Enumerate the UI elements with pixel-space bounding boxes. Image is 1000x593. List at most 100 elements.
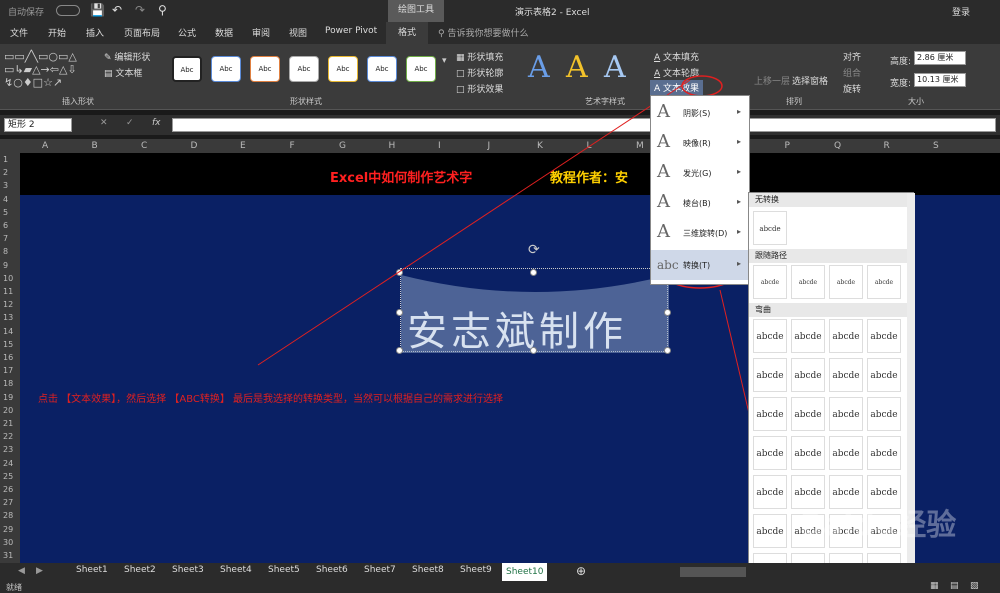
text-effects-button[interactable]: A 文本效果 bbox=[650, 80, 704, 95]
tab-page-layout[interactable]: 页面布局 bbox=[124, 26, 160, 39]
tab-insert[interactable]: 插入 bbox=[86, 26, 104, 39]
sheet-tab[interactable]: Sheet5 bbox=[264, 565, 304, 575]
tab-file[interactable]: 文件 bbox=[10, 26, 28, 39]
menu-item-glow[interactable]: A 发光(G) ▸ bbox=[651, 158, 749, 188]
menu-item-bevel[interactable]: A 棱台(B) ▸ bbox=[651, 188, 749, 218]
row-header[interactable]: 10 bbox=[3, 274, 13, 283]
row-header[interactable]: 20 bbox=[3, 406, 13, 415]
row-header[interactable]: 9 bbox=[3, 261, 8, 270]
row-header[interactable]: 21 bbox=[3, 419, 13, 428]
row-header[interactable]: 19 bbox=[3, 393, 13, 402]
cancel-icon[interactable]: ✕ bbox=[100, 118, 108, 128]
sheet-tab[interactable]: Sheet4 bbox=[216, 565, 256, 575]
warp-option[interactable]: abcde bbox=[753, 397, 787, 431]
resize-handle[interactable] bbox=[530, 269, 537, 276]
shape-style-1[interactable]: Abc bbox=[172, 56, 202, 82]
row-header[interactable]: 4 bbox=[3, 195, 8, 204]
tab-review[interactable]: 审阅 bbox=[252, 26, 270, 39]
path-arch-down[interactable]: abcde bbox=[791, 265, 825, 299]
column-header[interactable]: C bbox=[141, 141, 147, 151]
add-sheet-icon[interactable]: ⊕ bbox=[576, 564, 586, 578]
row-header[interactable]: 14 bbox=[3, 327, 13, 336]
selection-pane-button[interactable]: 选择窗格 bbox=[792, 74, 828, 87]
page-break-view-icon[interactable]: ▧ bbox=[970, 581, 979, 591]
shape-effects-button[interactable]: □ 形状效果 bbox=[456, 82, 503, 95]
row-header[interactable]: 30 bbox=[3, 538, 13, 547]
warp-option[interactable]: abcde bbox=[791, 319, 825, 353]
tab-view[interactable]: 视图 bbox=[289, 26, 307, 39]
warp-option[interactable]: abcde bbox=[791, 436, 825, 470]
column-header[interactable]: D bbox=[191, 141, 198, 151]
row-header[interactable]: 27 bbox=[3, 498, 13, 507]
shape-style-2[interactable]: Abc bbox=[211, 56, 241, 82]
normal-view-icon[interactable]: ▦ bbox=[930, 581, 939, 591]
scroll-right-icon[interactable]: ▶ bbox=[36, 566, 43, 576]
warp-option[interactable]: abcde bbox=[867, 436, 901, 470]
column-header[interactable]: F bbox=[290, 141, 295, 151]
width-input[interactable]: 10.13 厘米 bbox=[914, 73, 966, 87]
column-header[interactable]: Q bbox=[834, 141, 841, 151]
path-circle[interactable]: abcde bbox=[829, 265, 863, 299]
row-header[interactable]: 7 bbox=[3, 234, 8, 243]
wordart-style-light[interactable]: A bbox=[604, 50, 626, 85]
warp-option[interactable]: abcde bbox=[753, 436, 787, 470]
column-header[interactable]: P bbox=[785, 141, 790, 151]
row-header[interactable]: 13 bbox=[3, 313, 13, 322]
path-button[interactable]: abcde bbox=[867, 265, 901, 299]
column-header[interactable]: K bbox=[537, 141, 543, 151]
shapes-palette[interactable]: ▭▭╱╲▭○▭△ ▭↳▰△→⇦△⇩ ↯○♦□☆↗ bbox=[4, 50, 104, 90]
scroll-left-icon[interactable]: ◀ bbox=[18, 566, 25, 576]
resize-handle[interactable] bbox=[396, 347, 403, 354]
sheet-tab-active[interactable]: Sheet10 bbox=[502, 563, 548, 581]
login-link[interactable]: 登录 bbox=[952, 5, 970, 18]
tab-formulas[interactable]: 公式 bbox=[178, 26, 196, 39]
row-header[interactable]: 17 bbox=[3, 366, 13, 375]
rotate-handle-icon[interactable]: ⟳ bbox=[528, 242, 540, 258]
row-header[interactable]: 5 bbox=[3, 208, 8, 217]
shape-style-4[interactable]: Abc bbox=[289, 56, 319, 82]
enter-icon[interactable]: ✓ bbox=[126, 118, 134, 128]
print-preview-icon[interactable]: ⚲ bbox=[158, 3, 167, 17]
tab-format[interactable]: 格式 bbox=[386, 22, 428, 44]
shape-fill-button[interactable]: ▦ 形状填充 bbox=[456, 50, 503, 63]
row-header[interactable]: 8 bbox=[3, 247, 8, 256]
warp-option[interactable]: abcde bbox=[753, 514, 787, 548]
warp-option[interactable]: abcde bbox=[829, 358, 863, 392]
autosave-toggle[interactable] bbox=[56, 5, 80, 16]
row-header[interactable]: 1 bbox=[3, 155, 8, 164]
no-transform-option[interactable]: abcde bbox=[753, 211, 787, 245]
column-header[interactable]: J bbox=[488, 141, 491, 151]
row-header[interactable]: 26 bbox=[3, 485, 13, 494]
column-header[interactable]: B bbox=[92, 141, 98, 151]
sheet-tab[interactable]: Sheet6 bbox=[312, 565, 352, 575]
redo-icon[interactable]: ↷ bbox=[135, 3, 145, 17]
page-layout-view-icon[interactable]: ▤ bbox=[950, 581, 959, 591]
row-header[interactable]: 23 bbox=[3, 445, 13, 454]
shape-style-5[interactable]: Abc bbox=[328, 56, 358, 82]
column-header[interactable]: R bbox=[884, 141, 890, 151]
resize-handle[interactable] bbox=[530, 347, 537, 354]
resize-handle[interactable] bbox=[396, 309, 403, 316]
row-header[interactable]: 25 bbox=[3, 472, 13, 481]
row-header[interactable]: 16 bbox=[3, 353, 13, 362]
row-header[interactable]: 12 bbox=[3, 300, 13, 309]
row-header[interactable]: 3 bbox=[3, 181, 8, 190]
row-header[interactable]: 31 bbox=[3, 551, 13, 560]
shape-style-7[interactable]: Abc bbox=[406, 56, 436, 82]
height-input[interactable]: 2.86 厘米 bbox=[914, 51, 966, 65]
warp-option[interactable]: abcde bbox=[867, 397, 901, 431]
row-header[interactable]: 29 bbox=[3, 525, 13, 534]
warp-option[interactable]: abcde bbox=[867, 319, 901, 353]
edit-shape-button[interactable]: ✎ 编辑形状 bbox=[104, 50, 150, 63]
warp-option[interactable]: abcde bbox=[791, 397, 825, 431]
column-header[interactable]: H bbox=[389, 141, 396, 151]
tab-home[interactable]: 开始 bbox=[48, 26, 66, 39]
warp-option[interactable]: abcde bbox=[753, 358, 787, 392]
warp-option[interactable]: abcde bbox=[753, 319, 787, 353]
column-header[interactable]: G bbox=[339, 141, 346, 151]
sheet-tab[interactable]: Sheet7 bbox=[360, 565, 400, 575]
row-header[interactable]: 24 bbox=[3, 459, 13, 468]
warp-option[interactable]: abcde bbox=[753, 475, 787, 509]
bring-forward-button[interactable]: 上移一层 bbox=[754, 74, 790, 87]
column-header[interactable]: A bbox=[42, 141, 48, 151]
